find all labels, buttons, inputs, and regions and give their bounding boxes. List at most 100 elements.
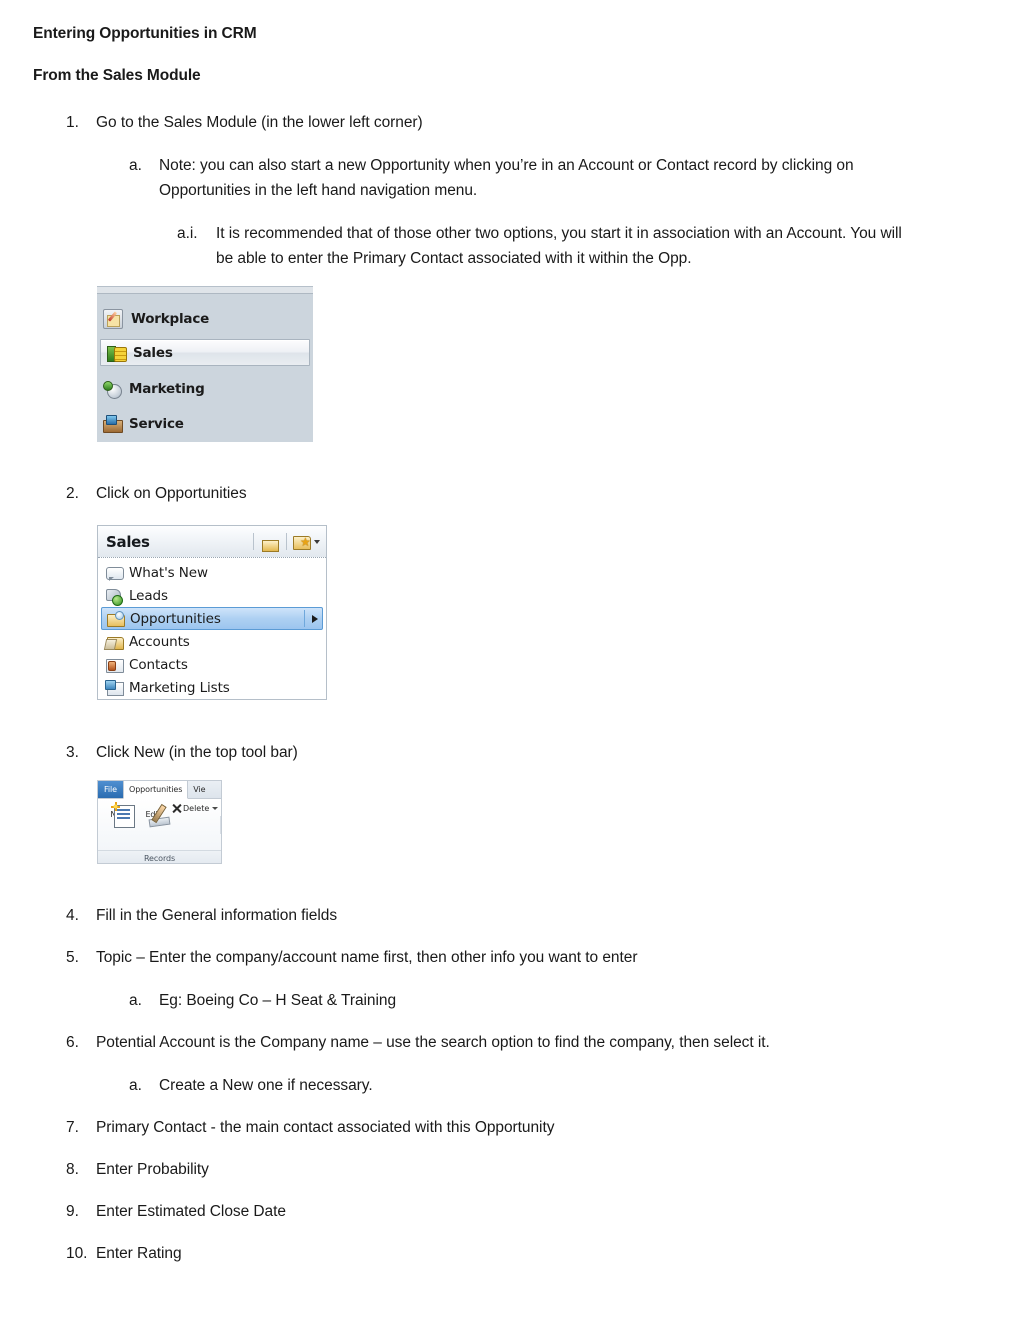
submenu-divider bbox=[304, 610, 305, 627]
list-item: 7. Primary Contact - the main contact as… bbox=[66, 1115, 946, 1140]
toolbar-divider bbox=[253, 533, 254, 550]
list-marker: 9. bbox=[66, 1203, 79, 1220]
pane-top-strip bbox=[97, 287, 313, 294]
menu-item-accounts[interactable]: Accounts bbox=[98, 630, 326, 653]
delete-button[interactable]: Delete bbox=[172, 804, 219, 813]
home-icon[interactable] bbox=[259, 532, 281, 552]
menu-item-contacts[interactable]: Contacts bbox=[98, 653, 326, 676]
toolbar-divider bbox=[286, 533, 287, 550]
service-icon bbox=[103, 414, 123, 433]
screenshot-module-navigation: Workplace Sales Marketing Service bbox=[97, 286, 313, 442]
list-item: 2. Click on Opportunities bbox=[66, 481, 946, 506]
chevron-right-icon[interactable] bbox=[312, 614, 318, 623]
list-text: Note: you can also start a new Opportuni… bbox=[159, 157, 854, 199]
list-marker: a. bbox=[129, 157, 142, 174]
module-item-workplace[interactable]: Workplace bbox=[97, 301, 313, 336]
module-label: Marketing bbox=[129, 380, 205, 397]
list-marker: 3. bbox=[66, 744, 79, 761]
list-text: Fill in the General information fields bbox=[96, 907, 338, 924]
menu-item-label: Marketing Lists bbox=[129, 679, 230, 696]
sales-menu-title: Sales bbox=[106, 532, 150, 551]
list-marker: 10. bbox=[66, 1245, 88, 1262]
list-item: 3. Click New (in the top tool bar) bbox=[66, 740, 946, 765]
ribbon-tab-strip: File Opportunities Vie bbox=[98, 781, 221, 799]
document-page: Entering Opportunities in CRM From the S… bbox=[0, 0, 1020, 1320]
list-item: a. Create a New one if necessary. bbox=[129, 1073, 929, 1098]
ribbon-body: New Edit Delete bbox=[98, 799, 221, 850]
list-text: Enter Estimated Close Date bbox=[96, 1203, 286, 1220]
contacts-card-icon bbox=[106, 657, 124, 673]
tab-opportunities[interactable]: Opportunities bbox=[123, 781, 189, 799]
list-marker: 2. bbox=[66, 485, 79, 502]
module-item-marketing[interactable]: Marketing bbox=[97, 371, 313, 406]
menu-item-label: What's New bbox=[129, 564, 208, 581]
chevron-down-icon bbox=[314, 539, 320, 544]
list-text: It is recommended that of those other tw… bbox=[216, 225, 902, 267]
list-marker: 4. bbox=[66, 907, 79, 924]
module-item-sales[interactable]: Sales bbox=[100, 339, 310, 366]
sales-menu-header: Sales bbox=[98, 526, 326, 558]
list-item: 8. Enter Probability bbox=[66, 1157, 946, 1182]
whats-new-icon bbox=[106, 565, 124, 581]
list-marker: 7. bbox=[66, 1119, 79, 1136]
menu-item-label: Opportunities bbox=[130, 610, 221, 627]
list-item: 6. Potential Account is the Company name… bbox=[66, 1030, 946, 1055]
accounts-folder-icon bbox=[106, 634, 124, 650]
favorites-folder-icon[interactable] bbox=[292, 532, 320, 552]
list-text: Enter Rating bbox=[96, 1245, 182, 1262]
ribbon-group-label: Records bbox=[143, 854, 176, 863]
module-item-service[interactable]: Service bbox=[97, 406, 313, 441]
module-label: Sales bbox=[133, 344, 173, 361]
opportunities-folder-icon bbox=[107, 610, 125, 627]
page-title: Entering Opportunities in CRM bbox=[33, 25, 257, 42]
list-item: 5. Topic – Enter the company/account nam… bbox=[66, 945, 946, 970]
list-item: a.i. It is recommended that of those oth… bbox=[177, 221, 917, 271]
list-text: Go to the Sales Module (in the lower lef… bbox=[96, 114, 423, 131]
list-text: Click New (in the top tool bar) bbox=[96, 744, 298, 761]
menu-item-label: Accounts bbox=[129, 633, 190, 650]
tab-view[interactable]: Vie bbox=[188, 781, 210, 798]
list-item: 10. Enter Rating bbox=[66, 1241, 946, 1266]
sparkle-icon bbox=[111, 802, 121, 811]
list-item: a. Note: you can also start a new Opport… bbox=[129, 153, 929, 203]
list-text: Create a New one if necessary. bbox=[159, 1077, 373, 1094]
menu-item-marketing-lists[interactable]: Marketing Lists bbox=[98, 676, 326, 699]
marketing-lists-icon bbox=[105, 679, 124, 696]
list-marker: 5. bbox=[66, 949, 79, 966]
menu-item-whats-new[interactable]: What's New bbox=[98, 561, 326, 584]
section-subtitle: From the Sales Module bbox=[33, 67, 201, 84]
ribbon-group-bar: Records bbox=[98, 850, 221, 863]
list-text: Topic – Enter the company/account name f… bbox=[96, 949, 638, 966]
list-marker: a. bbox=[129, 1077, 142, 1094]
list-marker: 6. bbox=[66, 1034, 79, 1051]
module-label: Service bbox=[129, 415, 184, 432]
delete-button-label: Delete bbox=[183, 804, 210, 813]
leads-icon bbox=[106, 588, 123, 606]
marketing-icon bbox=[103, 380, 122, 399]
screenshot-sales-menu: Sales What's New Leads Opportunities bbox=[97, 525, 327, 700]
list-item: 1. Go to the Sales Module (in the lower … bbox=[66, 110, 946, 135]
ribbon-group-divider bbox=[220, 816, 221, 834]
list-text: Potential Account is the Company name – … bbox=[96, 1034, 770, 1051]
chevron-down-icon[interactable] bbox=[212, 807, 219, 810]
list-item: 9. Enter Estimated Close Date bbox=[66, 1199, 946, 1224]
menu-item-leads[interactable]: Leads bbox=[98, 584, 326, 607]
screenshot-ribbon-toolbar: File Opportunities Vie New Edit Delete R… bbox=[97, 780, 222, 864]
list-text: Primary Contact - the main contact assoc… bbox=[96, 1119, 555, 1136]
list-item: 4. Fill in the General information field… bbox=[66, 903, 946, 928]
menu-item-label: Leads bbox=[129, 587, 168, 604]
new-button[interactable]: New bbox=[102, 802, 136, 821]
workplace-icon bbox=[103, 308, 123, 329]
edit-button[interactable]: Edit bbox=[136, 802, 170, 821]
delete-x-icon bbox=[172, 804, 181, 813]
sales-menu-list: What's New Leads Opportunities Accounts … bbox=[98, 558, 326, 699]
sales-icon bbox=[107, 344, 127, 362]
list-marker: a.i. bbox=[177, 225, 198, 242]
module-label: Workplace bbox=[131, 310, 210, 327]
list-text: Eg: Boeing Co – H Seat & Training bbox=[159, 992, 397, 1009]
list-marker: 1. bbox=[66, 114, 79, 131]
tab-file[interactable]: File bbox=[98, 781, 123, 798]
list-marker: 8. bbox=[66, 1161, 79, 1178]
menu-item-opportunities[interactable]: Opportunities bbox=[101, 607, 323, 630]
list-text: Enter Probability bbox=[96, 1161, 209, 1178]
